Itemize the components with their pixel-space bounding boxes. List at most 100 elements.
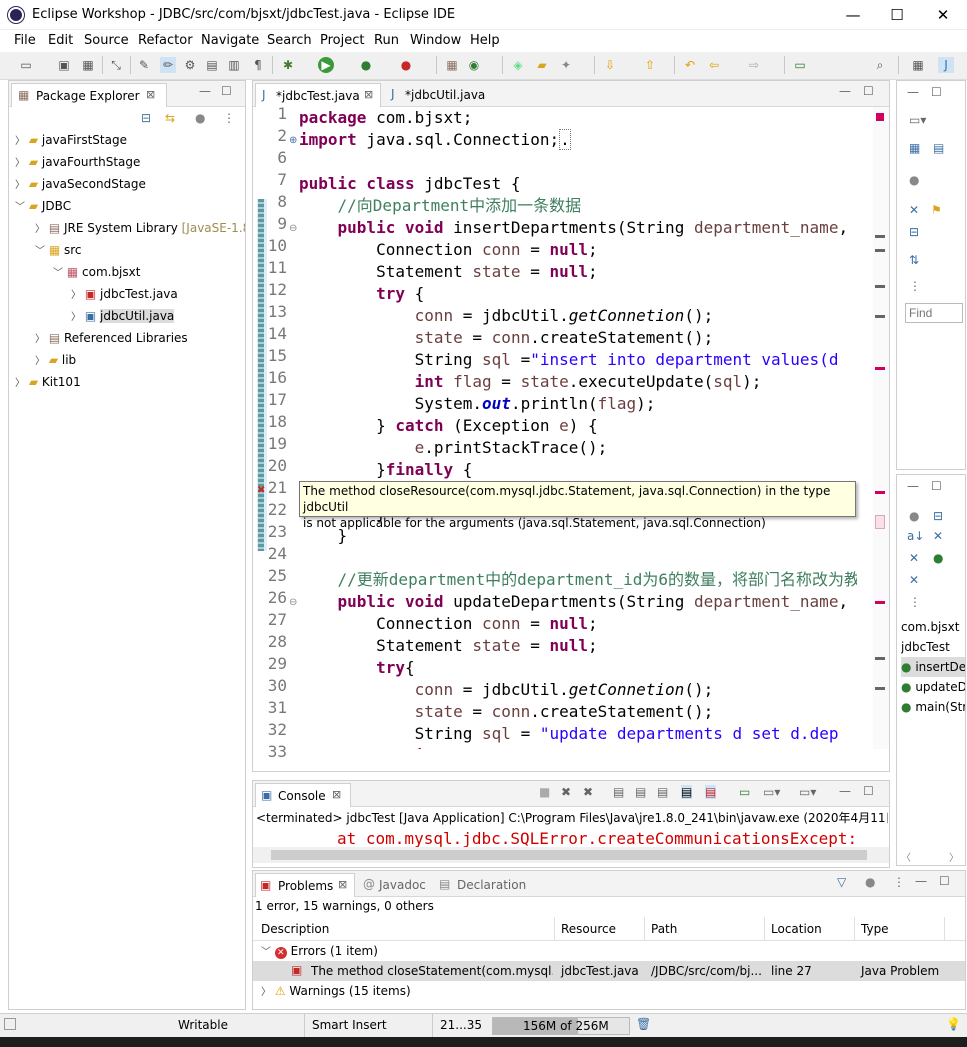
view-filter-icon[interactable]: ● — [195, 111, 205, 125]
minimize-view-icon[interactable]: — — [199, 84, 211, 98]
maximize-view-icon[interactable]: ☐ — [931, 479, 942, 493]
menu-file[interactable]: File — [14, 33, 36, 48]
external-tools-icon[interactable]: ● — [398, 57, 414, 73]
debug-icon[interactable]: ✱ — [280, 57, 296, 73]
find-input[interactable] — [905, 303, 963, 323]
hide-static-icon[interactable]: ✕ — [909, 551, 919, 565]
scroll-lock-icon[interactable]: ▤ — [635, 785, 646, 799]
menu-window[interactable]: Window — [410, 33, 461, 48]
quick-fix-icon[interactable]: ⚙ — [182, 57, 198, 73]
open-type-icon[interactable]: ◈ — [510, 57, 526, 73]
maximize-button[interactable]: ☐ — [874, 0, 920, 30]
list-item[interactable]: jdbcTest — [901, 637, 965, 657]
collapse-all-icon[interactable]: ⊟ — [909, 225, 919, 239]
overview-ruler[interactable] — [873, 107, 889, 749]
word-wrap-icon[interactable]: ▤ — [657, 785, 668, 799]
tree-item[interactable]: 〉 ▰ javaSecondStage — [15, 174, 245, 196]
collapse-icon[interactable]: ⊖ — [289, 597, 297, 608]
java-perspective-icon[interactable]: J — [938, 57, 954, 73]
code-editor[interactable]: package com.bjsxt; import java.sql.Connec… — [299, 107, 857, 749]
hide-local-icon[interactable]: ✕ — [909, 573, 919, 587]
column-description[interactable]: Description — [261, 922, 329, 936]
tree-item[interactable]: 〉 ▤ Referenced Libraries — [15, 328, 245, 350]
menu-refactor[interactable]: Refactor — [138, 33, 193, 48]
tree-item[interactable]: 〉 ▣ jdbcTest.java — [15, 284, 245, 306]
expand-icon[interactable]: ⊕ — [289, 135, 297, 146]
view-menu-icon[interactable]: ⋮ — [909, 279, 921, 293]
new-class-icon[interactable]: ◉ — [466, 57, 482, 73]
maximize-view-icon[interactable]: ☐ — [939, 874, 950, 888]
filter-icon[interactable]: ● — [909, 509, 919, 523]
tab-javadoc[interactable]: @ Javadoc — [363, 873, 443, 897]
tree-item[interactable]: 〉 ▰ Kit101 — [15, 372, 245, 394]
fast-view-icon[interactable] — [4, 1018, 16, 1030]
menu-help[interactable]: Help — [470, 33, 500, 48]
list-item[interactable]: com.bjsxt — [901, 617, 965, 637]
display-console-icon[interactable]: ▭▾ — [763, 785, 780, 799]
minimize-view-icon[interactable]: — — [915, 874, 927, 888]
new-icon[interactable]: ▭ — [18, 57, 34, 73]
maximize-view-icon[interactable]: ☐ — [863, 784, 874, 798]
categorize-icon[interactable]: ▦ — [909, 141, 920, 155]
pin-editor-icon[interactable]: ▭ — [792, 57, 808, 73]
menu-run[interactable]: Run — [374, 33, 399, 48]
clear-console-icon[interactable]: ▤ — [613, 785, 624, 799]
hide-completed-icon[interactable]: ✕ — [909, 203, 919, 217]
tree-item[interactable]: ﹀ ▰ JDBC — [15, 196, 245, 218]
terminate-icon[interactable]: ■ — [539, 785, 550, 799]
view-menu-icon[interactable]: ⋮ — [893, 875, 905, 889]
tree-item[interactable]: 〉 ▰ javaFirstStage — [15, 130, 245, 152]
view-menu-icon[interactable]: ⋮ — [909, 595, 921, 609]
tree-item[interactable]: 〉 ▰ javaFourthStage — [15, 152, 245, 174]
horizontal-scrollbar[interactable] — [253, 847, 889, 863]
configure-icon[interactable]: ● — [865, 875, 875, 889]
highlight-icon[interactable]: ✏ — [160, 57, 176, 73]
link-editor-icon[interactable]: ⇆ — [165, 111, 175, 125]
link-icon[interactable]: ⤡ — [108, 57, 124, 73]
show-stderr-icon[interactable]: ▤ — [705, 785, 717, 799]
pilcrow-icon[interactable]: ¶ — [250, 57, 266, 73]
column-location[interactable]: Location — [771, 922, 822, 936]
minimize-view-icon[interactable]: — — [907, 479, 919, 493]
tab-declaration[interactable]: ▤ Declaration — [439, 873, 539, 897]
scheduled-icon[interactable]: ▤ — [933, 141, 944, 155]
table-row[interactable]: ▣ The method closeStatement(com.mysql.jd… — [253, 961, 965, 981]
menu-project[interactable]: Project — [320, 33, 364, 48]
minimize-view-icon[interactable]: — — [907, 85, 919, 99]
remove-launch-icon[interactable]: ✖ — [561, 785, 571, 799]
tip-icon[interactable]: 💡 — [946, 1017, 961, 1031]
scroll-left-icon[interactable]: 〈 — [901, 849, 911, 864]
column-resource[interactable]: Resource — [561, 922, 616, 936]
heap-status[interactable]: 156M of 256M — [492, 1017, 630, 1035]
close-icon[interactable]: ⊠ — [338, 878, 347, 891]
save-icon[interactable]: ▣ — [56, 57, 72, 73]
open-perspective-icon[interactable]: ▦ — [910, 57, 926, 73]
errors-group[interactable]: ﹀ ✕ Errors (1 item) — [261, 943, 378, 959]
close-icon[interactable]: ⊠ — [146, 88, 155, 101]
menu-edit[interactable]: Edit — [48, 33, 73, 48]
block-icon[interactable]: ▥ — [226, 57, 242, 73]
new-task-icon[interactable]: ▭▾ — [909, 113, 926, 127]
last-edit-icon[interactable]: ↶ — [682, 57, 698, 73]
new-package-icon[interactable]: ▦ — [444, 57, 460, 73]
sort-icon[interactable]: a↓ — [907, 529, 924, 543]
maximize-view-icon[interactable]: ☐ — [221, 84, 232, 98]
show-stdout-icon[interactable]: ▤ — [681, 785, 693, 799]
tree-item[interactable]: 〉 ▣ jdbcUtil.java — [15, 306, 245, 328]
filter-icon[interactable]: ▽ — [837, 875, 846, 889]
focus-icon[interactable]: ⚑ — [931, 203, 942, 217]
search-tool-icon[interactable]: ✦ — [558, 57, 574, 73]
collapse-all-icon[interactable]: ⊟ — [933, 509, 943, 523]
tab-jdbcUtil[interactable]: J *jdbcUtil.java — [387, 83, 497, 107]
pin-console-icon[interactable]: ▭ — [739, 785, 750, 799]
hide-nonpublic-icon[interactable]: ● — [933, 551, 943, 565]
tree-item[interactable]: 〉 ▰ lib — [15, 350, 245, 372]
task-icon[interactable]: ▤ — [204, 57, 220, 73]
scroll-right-icon[interactable]: 〉 — [949, 849, 959, 864]
close-icon[interactable]: ⊠ — [332, 788, 341, 801]
column-type[interactable]: Type — [861, 922, 889, 936]
warnings-group[interactable]: 〉 ⚠ Warnings (15 items) — [261, 983, 411, 998]
prev-annotation-icon[interactable]: ⇧ — [642, 57, 658, 73]
open-folder-icon[interactable]: ▰ — [534, 57, 550, 73]
column-path[interactable]: Path — [651, 922, 677, 936]
